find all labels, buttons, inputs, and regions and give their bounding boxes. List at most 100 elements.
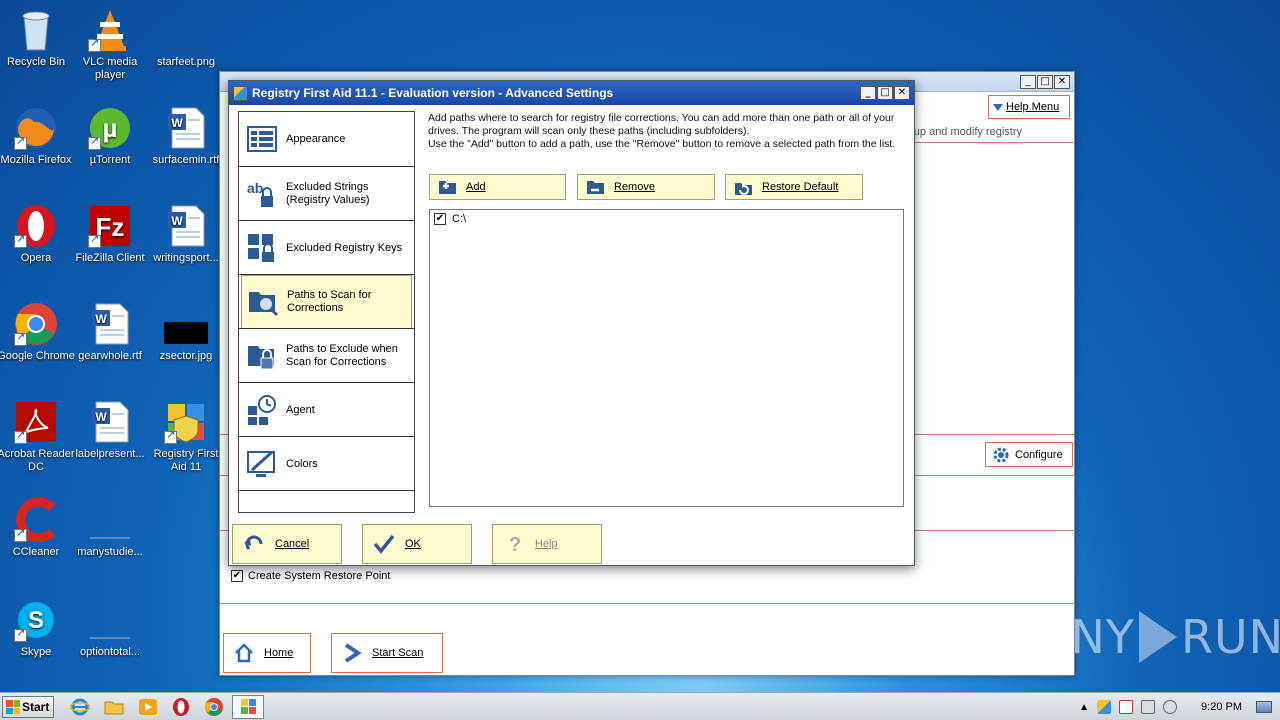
- list-item[interactable]: ✔ C:\: [434, 213, 466, 225]
- svg-text:W: W: [95, 312, 107, 326]
- nav-item-agent[interactable]: Agent: [241, 390, 412, 430]
- ccleaner-icon: [14, 497, 58, 543]
- start-scan-label: Start Scan: [372, 647, 424, 659]
- maximize-icon[interactable]: □: [1037, 75, 1053, 89]
- create-restore-point-checkbox[interactable]: ✔: [231, 570, 243, 582]
- close-icon[interactable]: ✕: [894, 86, 910, 100]
- question-mark-icon: ?: [509, 534, 521, 554]
- desktop-icon-firefox[interactable]: Mozilla Firefox: [0, 106, 76, 167]
- add-folder-icon: [439, 181, 456, 194]
- system-tray: ▲ 9:20 PM: [1079, 693, 1280, 720]
- desktop-icon-recycle-bin[interactable]: Recycle Bin: [0, 8, 76, 69]
- minimize-icon[interactable]: _: [860, 86, 876, 100]
- nav-divider: [239, 220, 414, 221]
- firefox-icon: [14, 106, 58, 150]
- desktop-icon-gearwhole[interactable]: W gearwhole.rtf: [70, 302, 150, 363]
- configure-label: Configure: [1015, 448, 1063, 461]
- home-button[interactable]: Home: [223, 633, 311, 673]
- taskbar-registry-first-aid[interactable]: [232, 695, 264, 719]
- desktop-icon-ccleaner[interactable]: CCleaner: [0, 497, 76, 559]
- close-icon[interactable]: ✕: [1054, 75, 1070, 89]
- start-scan-button[interactable]: Start Scan: [331, 633, 443, 673]
- word-doc-icon: W: [164, 106, 208, 150]
- registry-first-aid-icon: [164, 400, 208, 444]
- desktop-icon-skype[interactable]: S Skype: [0, 598, 76, 659]
- acrobat-icon: [14, 400, 58, 444]
- desktop-icon-utorrent[interactable]: µ µTorrent: [70, 106, 150, 167]
- desktop-icon-manystudie[interactable]: manystudie...: [70, 498, 150, 559]
- desktop-icon-opera[interactable]: Opera: [0, 204, 76, 265]
- arrow-right-icon: [344, 643, 362, 663]
- desktop-icon-acrobat[interactable]: Acrobat Reader DC: [0, 400, 76, 474]
- app-tray-icon[interactable]: [1097, 700, 1112, 714]
- agent-icon: [248, 395, 276, 425]
- ok-button[interactable]: OK: [362, 524, 472, 564]
- nav-item-colors[interactable]: Colors: [241, 444, 412, 484]
- help-button[interactable]: ? Help: [492, 524, 602, 564]
- desktop-icon-optiontotal[interactable]: optiontotal...: [70, 598, 150, 659]
- svg-text:W: W: [95, 410, 107, 424]
- cancel-button[interactable]: Cancel: [232, 524, 342, 564]
- clock[interactable]: 9:20 PM: [1201, 701, 1242, 713]
- desktop-icon-surfacemin[interactable]: W surfacemin.rtf: [146, 106, 226, 167]
- svg-text:µ: µ: [103, 113, 118, 143]
- nav-item-excluded-strings[interactable]: ab Excluded Strings (Registry Values): [241, 174, 412, 214]
- settings-nav: Appearance ab Excluded Strings (Registry…: [238, 111, 415, 513]
- ie-icon[interactable]: [69, 697, 91, 717]
- recycle-bin-icon: [14, 8, 58, 52]
- home-icon: [235, 643, 253, 663]
- svg-text:W: W: [171, 214, 183, 228]
- nav-item-appearance[interactable]: Appearance: [241, 120, 412, 158]
- restore-icon: [735, 183, 752, 195]
- desktop-icon-vlc[interactable]: VLC media player: [70, 8, 150, 82]
- image-file-icon: [164, 8, 208, 52]
- action-center-icon[interactable]: [1119, 700, 1134, 714]
- minimize-icon[interactable]: _: [1020, 75, 1036, 89]
- nav-divider: [239, 166, 414, 167]
- desktop-icon-registry-first-aid[interactable]: Registry First Aid 11: [146, 400, 226, 474]
- windows-logo-icon: [6, 700, 20, 714]
- nav-item-exclude-paths[interactable]: Paths to Exclude when Scan for Correctio…: [241, 336, 412, 376]
- svg-text:S: S: [28, 607, 44, 634]
- word-doc-icon: W: [88, 400, 132, 444]
- volume-icon[interactable]: [1163, 700, 1178, 714]
- nav-divider: [239, 328, 414, 329]
- configure-button[interactable]: Configure: [985, 442, 1073, 467]
- maximize-icon[interactable]: □: [877, 86, 893, 100]
- nav-divider: [239, 436, 414, 437]
- help-menu-button[interactable]: Help Menu: [988, 95, 1070, 119]
- utorrent-icon: µ: [88, 106, 132, 150]
- show-hidden-icons-icon[interactable]: ▲: [1079, 702, 1089, 713]
- create-restore-point-label: Create System Restore Point: [248, 570, 391, 582]
- network-icon[interactable]: [1141, 700, 1156, 714]
- divider: [915, 142, 1075, 143]
- registry-first-aid-icon: [233, 85, 248, 101]
- add-button[interactable]: Add: [429, 174, 566, 200]
- opera-icon[interactable]: [171, 697, 191, 717]
- path-checkbox[interactable]: ✔: [434, 213, 446, 225]
- excluded-keys-icon: [248, 234, 274, 262]
- desktop-icon-labelpresent[interactable]: W labelpresent...: [70, 400, 150, 461]
- triangle-down-icon: [993, 103, 1003, 111]
- remove-folder-icon: [587, 181, 604, 194]
- remove-button[interactable]: Remove: [577, 174, 715, 200]
- explorer-icon[interactable]: [104, 697, 124, 717]
- start-button[interactable]: Start: [2, 696, 54, 718]
- nav-divider: [239, 382, 414, 383]
- media-player-icon[interactable]: [138, 697, 158, 717]
- nav-item-excluded-keys[interactable]: Excluded Registry Keys: [241, 228, 412, 268]
- divider: [220, 603, 1075, 604]
- chrome-icon[interactable]: [204, 697, 224, 717]
- desktop-icon-filezilla[interactable]: Fz FileZilla Client: [70, 204, 150, 265]
- desktop-icon-writingsport[interactable]: W writingsport...: [146, 204, 226, 265]
- word-doc-icon: W: [88, 302, 132, 346]
- scan-paths-list[interactable]: ✔ C:\: [429, 209, 904, 507]
- colors-icon: [247, 450, 275, 477]
- show-desktop-icon[interactable]: [1256, 701, 1272, 713]
- restore-default-button[interactable]: Restore Default: [725, 174, 863, 200]
- desktop-icon-zsector[interactable]: zsector.jpg: [146, 302, 226, 363]
- desktop-icon-chrome[interactable]: Google Chrome: [0, 302, 76, 363]
- nav-item-scan-paths[interactable]: Paths to Scan for Corrections: [241, 275, 412, 329]
- word-doc-icon: W: [164, 204, 208, 248]
- desktop-icon-starfeet[interactable]: starfeet.png: [146, 8, 226, 69]
